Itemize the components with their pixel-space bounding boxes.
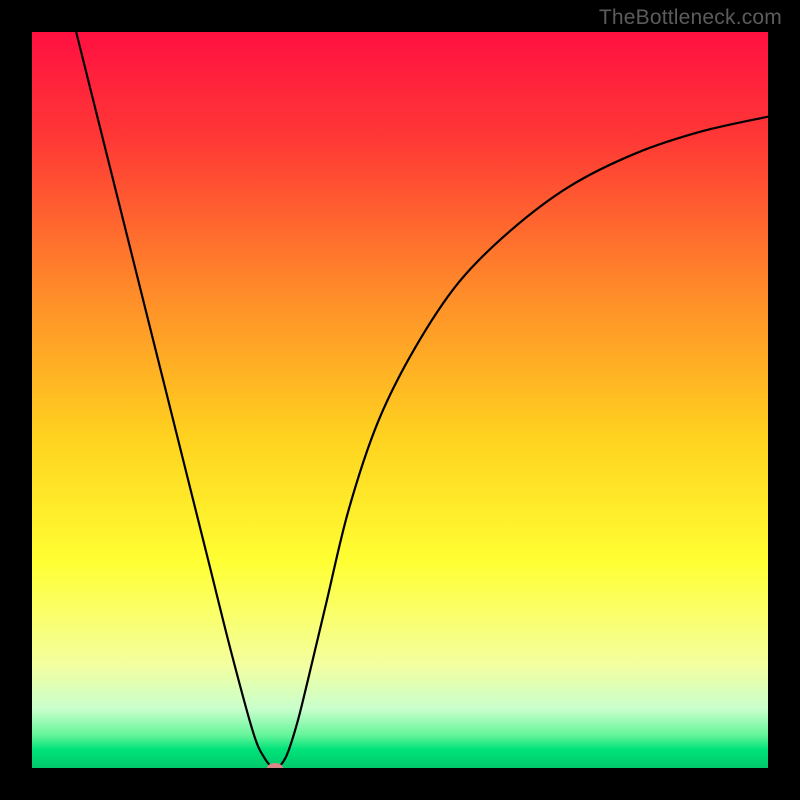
curve-minimum-marker [267,763,283,768]
watermark-text: TheBottleneck.com [599,6,782,30]
bottleneck-curve [76,32,768,768]
chart-plot-area [32,32,768,768]
chart-curve-layer [32,32,768,768]
